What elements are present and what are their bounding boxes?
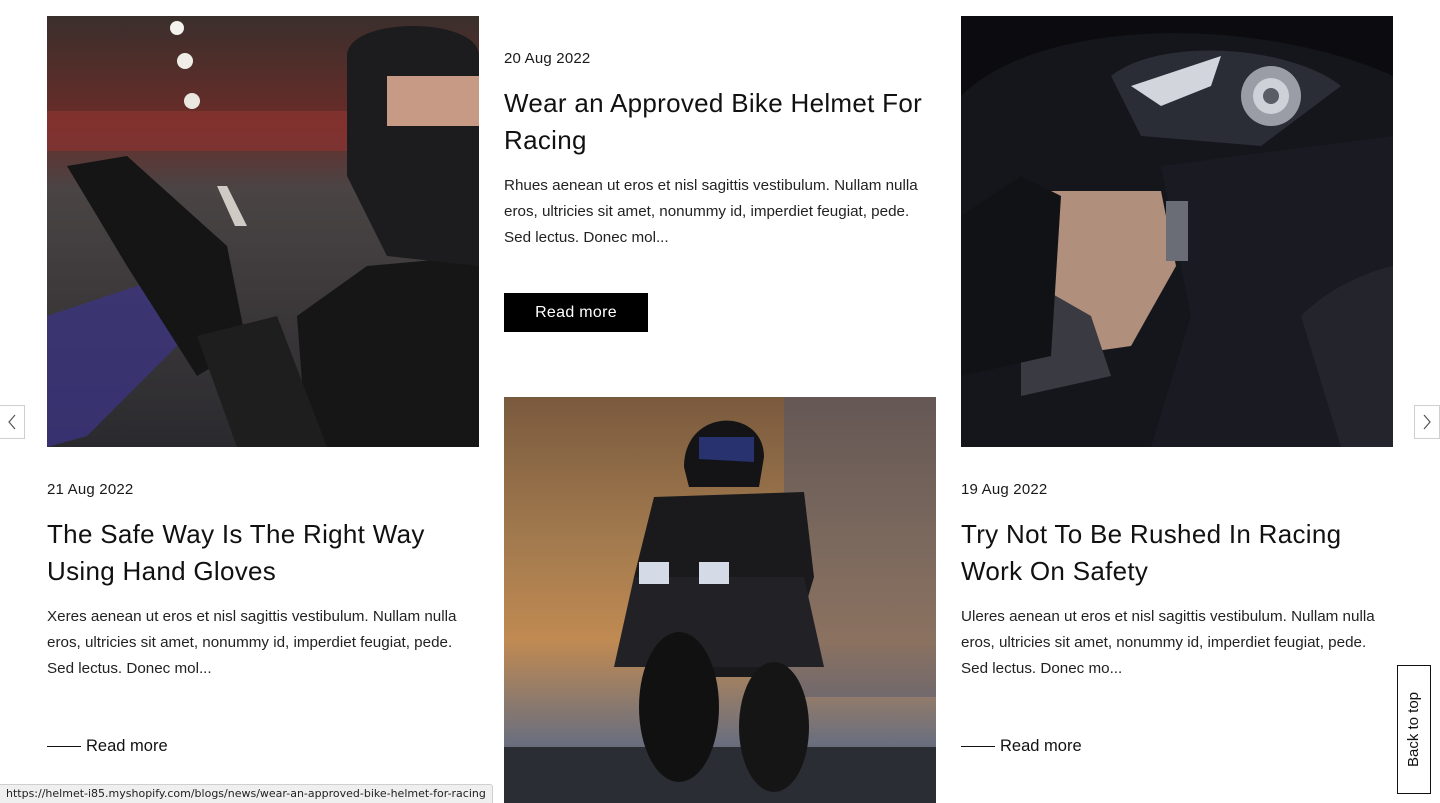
dash-line	[961, 745, 995, 748]
read-more-label[interactable]: Read more	[1000, 737, 1082, 756]
read-more-button[interactable]: Read more	[504, 293, 648, 332]
post-date: 21 Aug 2022	[47, 481, 134, 498]
post-excerpt: Xeres aenean ut eros et nisl sagittis ve…	[47, 608, 457, 677]
post-card-gloves: 21 Aug 2022 The Safe Way Is The Right Wa…	[47, 481, 479, 682]
post-image-gloves[interactable]	[47, 16, 479, 447]
chevron-right-icon	[1423, 414, 1431, 430]
carousel-prev-button[interactable]	[0, 405, 25, 439]
back-to-top-button[interactable]: Back to top	[1397, 665, 1431, 794]
post-excerpt: Rhues aenean ut eros et nisl sagittis ve…	[504, 177, 918, 246]
back-to-top-label: Back to top	[1405, 691, 1423, 768]
post-date: 20 Aug 2022	[504, 50, 591, 67]
dash-line	[47, 745, 81, 748]
read-more-link[interactable]: Read more	[961, 737, 1082, 756]
post-title-link[interactable]: Wear an Approved Bike Helmet For Racing	[504, 85, 936, 159]
post-image-helmet-profile[interactable]	[961, 16, 1393, 447]
post-title-link[interactable]: The Safe Way Is The Right Way Using Hand…	[47, 516, 479, 590]
post-image-motorbike[interactable]	[504, 397, 936, 803]
post-card-helmet: 20 Aug 2022 Wear an Approved Bike Helmet…	[504, 50, 936, 332]
chevron-left-icon	[8, 414, 16, 430]
post-card-rushed: 19 Aug 2022 Try Not To Be Rushed In Raci…	[961, 481, 1393, 682]
post-title-link[interactable]: Try Not To Be Rushed In Racing Work On S…	[961, 516, 1393, 590]
read-more-link[interactable]: Read more	[47, 737, 168, 756]
post-excerpt: Uleres aenean ut eros et nisl sagittis v…	[961, 608, 1375, 677]
read-more-label[interactable]: Read more	[86, 737, 168, 756]
browser-status-url: https://helmet-i85.myshopify.com/blogs/n…	[0, 784, 493, 803]
post-date: 19 Aug 2022	[961, 481, 1048, 498]
carousel-next-button[interactable]	[1414, 405, 1440, 439]
blog-carousel-section: 20 Aug 2022 Wear an Approved Bike Helmet…	[0, 0, 1440, 803]
